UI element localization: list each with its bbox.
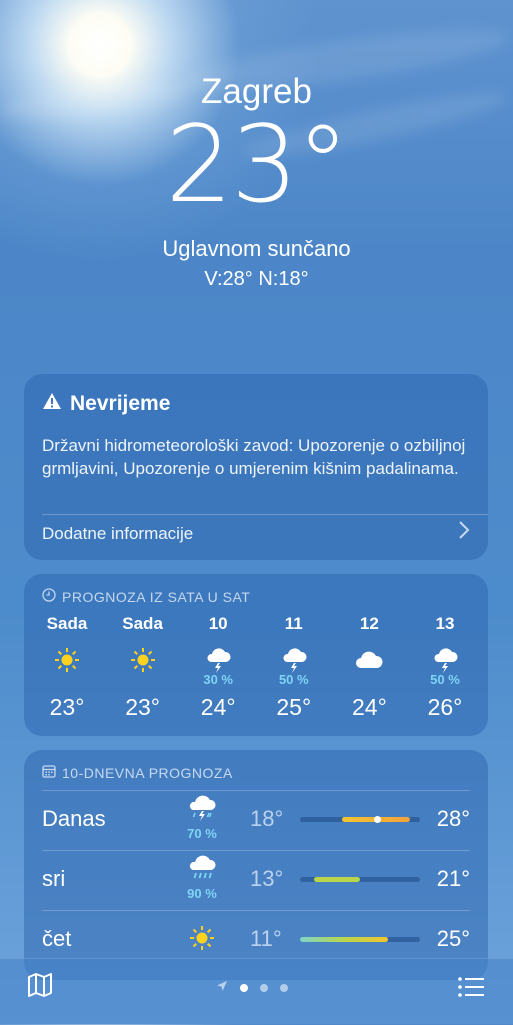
current-temp-marker: [374, 816, 381, 823]
hour-label: 11: [284, 614, 303, 633]
thunderstorm-icon: [408, 646, 482, 674]
location-arrow-icon: [216, 979, 228, 997]
high-temperature: 25°: [436, 926, 470, 951]
temperature-range-bar: [300, 937, 420, 942]
hour-temperature: 23°: [125, 694, 160, 720]
temperature-range-bar: [300, 877, 420, 882]
hourly-forecast-card[interactable]: PROGNOZA IZ SATA U SAT Sada 23° Sada 23°…: [24, 574, 488, 736]
hour-temperature: 24°: [351, 694, 387, 720]
hour-item: 12 24°: [332, 614, 406, 724]
hour-label: Sada: [122, 614, 163, 633]
hour-temperature: 23°: [49, 694, 85, 720]
more-info-link[interactable]: Dodatne informacije: [42, 524, 193, 544]
hour-temperature: 24°: [200, 694, 236, 720]
temperature-range-fill: [300, 937, 388, 942]
warning-icon: [42, 392, 62, 416]
low-temperature: 11°: [250, 926, 282, 951]
sun-icon: [30, 646, 104, 674]
day-name: čet: [42, 926, 72, 951]
precip-chance: 90 %: [187, 886, 217, 901]
hour-temperature: 26°: [427, 694, 463, 720]
hour-item: Sada 23°: [30, 614, 104, 724]
clock-icon: [42, 588, 56, 605]
precip-chance: 50 %: [430, 672, 460, 687]
chevron-right-icon[interactable]: [458, 520, 470, 546]
hour-item: 13 50 % 26°: [408, 614, 482, 724]
divider: [42, 514, 488, 515]
bottom-toolbar: [0, 958, 513, 1025]
thunderstorm-icon: [257, 646, 331, 674]
high-low-text: V:28° N:18°: [204, 268, 309, 290]
hour-item: 10 30 % 24°: [181, 614, 255, 724]
daily-forecast-card[interactable]: 10-DNEVNA PROGNOZA Danas 70 % 18° 28° sr…: [24, 750, 488, 980]
temperature-range-fill: [314, 877, 360, 882]
cloud-icon: [332, 646, 406, 674]
divider: [42, 910, 470, 911]
day-row[interactable]: sri 90 % 13° 21°: [42, 850, 470, 908]
temperature-range-bar: [300, 816, 420, 823]
precip-chance: 50 %: [278, 672, 309, 687]
alert-title: Nevrijeme: [70, 392, 171, 415]
condition-text: Uglavnom sunčano: [162, 236, 351, 261]
hour-label: 10: [208, 614, 228, 633]
day-name: sri: [42, 866, 66, 891]
page-dot[interactable]: [260, 984, 268, 992]
thunderstorm-icon: [181, 646, 255, 674]
daily-header: 10-DNEVNA PROGNOZA: [62, 764, 233, 781]
low-temperature: 18°: [250, 806, 284, 831]
thunderstorm-rain-icon: [182, 794, 222, 828]
page-dot[interactable]: [280, 984, 288, 992]
hour-label: 12: [359, 614, 379, 633]
hour-item: Sada 23°: [106, 614, 180, 724]
hour-label: 13: [435, 614, 455, 633]
precip-chance: 70 %: [187, 826, 217, 841]
day-name: Danas: [42, 806, 106, 831]
hourly-list: Sada 23° Sada 23° 10 30 % 24° 11 50 % 25…: [30, 614, 482, 724]
page-dot-active[interactable]: [240, 984, 248, 992]
low-temperature: 13°: [250, 866, 284, 891]
list-icon[interactable]: [457, 975, 485, 1004]
hour-label: Sada: [46, 614, 88, 633]
rain-icon: [182, 854, 222, 888]
sun-icon: [106, 646, 180, 674]
page-indicator[interactable]: [216, 979, 288, 997]
alert-description: Državni hidrometeorološki zavod: Upozore…: [42, 436, 466, 478]
current-temperature: 23°: [165, 103, 350, 226]
map-icon[interactable]: [26, 971, 54, 1004]
severe-weather-alert-card[interactable]: Nevrijeme Državni hidrometeorološki zavo…: [24, 374, 488, 560]
high-temperature: 21°: [436, 866, 470, 891]
calendar-icon: [42, 764, 56, 781]
day-row[interactable]: Danas 70 % 18° 28°: [42, 790, 470, 848]
sun-icon: [182, 924, 222, 958]
hour-temperature: 25°: [276, 694, 312, 720]
divider: [42, 850, 470, 851]
divider: [42, 790, 470, 791]
hourly-header: PROGNOZA IZ SATA U SAT: [62, 588, 251, 605]
hour-item: 11 50 % 25°: [257, 614, 331, 724]
high-temperature: 28°: [436, 806, 470, 831]
precip-chance: 30 %: [203, 672, 233, 687]
